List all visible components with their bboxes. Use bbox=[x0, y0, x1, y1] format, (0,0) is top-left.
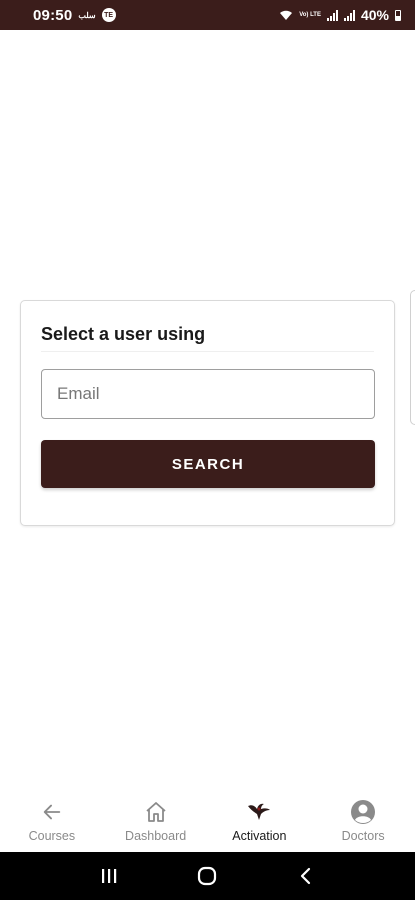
email-field[interactable] bbox=[41, 369, 375, 419]
status-time: 09:50 bbox=[33, 6, 73, 24]
nav-item-doctors[interactable]: Doctors bbox=[313, 799, 413, 843]
system-nav-bar bbox=[0, 852, 415, 900]
home-icon bbox=[143, 799, 169, 825]
nav-label-activation: Activation bbox=[232, 829, 287, 843]
signal-icon-1 bbox=[326, 9, 338, 21]
home-circle-icon[interactable] bbox=[187, 856, 227, 896]
battery-percent: 40% bbox=[360, 7, 389, 23]
recents-icon[interactable] bbox=[89, 856, 129, 896]
status-bar: 09:50 سلب TE Vo) LTE 40% bbox=[0, 0, 415, 30]
nav-label-dashboard: Dashboard bbox=[125, 829, 187, 843]
status-left: 09:50 سلب TE bbox=[33, 7, 116, 24]
notification-circle-icon: TE bbox=[101, 8, 116, 22]
status-right: Vo) LTE 40% bbox=[279, 7, 401, 23]
back-chevron-icon[interactable] bbox=[286, 856, 326, 896]
user-select-card: Select a user using SEARCH bbox=[20, 300, 395, 526]
battery-icon bbox=[395, 9, 401, 21]
adjacent-card-edge bbox=[410, 290, 415, 425]
nav-item-activation[interactable]: Activation bbox=[209, 799, 309, 843]
eagle-icon bbox=[246, 799, 272, 825]
card-title: Select a user using bbox=[41, 324, 206, 344]
nav-label-doctors: Doctors bbox=[341, 829, 385, 843]
bottom-nav: Courses Dashboard Activation Doctors bbox=[0, 790, 415, 852]
volte-icon: Vo) LTE bbox=[299, 12, 321, 18]
back-arrow-icon bbox=[39, 799, 65, 825]
nav-label-courses: Courses bbox=[28, 829, 76, 843]
nav-item-dashboard[interactable]: Dashboard bbox=[106, 799, 206, 843]
status-notification-text: سلب bbox=[78, 10, 96, 20]
search-button[interactable]: SEARCH bbox=[41, 440, 375, 488]
wifi-icon bbox=[280, 10, 293, 20]
nav-item-courses[interactable]: Courses bbox=[2, 799, 102, 843]
card-divider bbox=[41, 351, 374, 352]
person-circle-icon bbox=[350, 799, 376, 825]
signal-icon-2 bbox=[343, 9, 355, 21]
